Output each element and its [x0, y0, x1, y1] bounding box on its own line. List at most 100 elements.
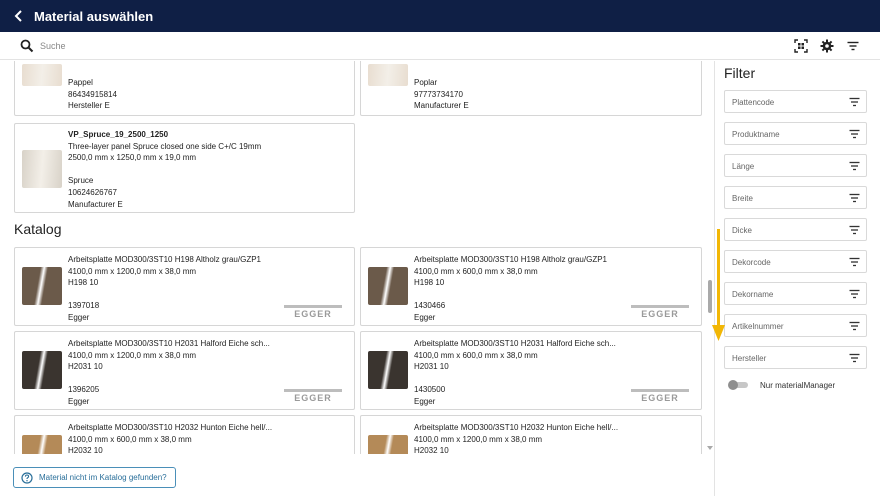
- search-bar: [0, 32, 880, 60]
- results-list: Pappel 86434915814 Hersteller E Poplar 9…: [0, 61, 714, 454]
- filter-field-hersteller[interactable]: Hersteller: [724, 346, 867, 369]
- filter-field-breite[interactable]: Breite: [724, 186, 867, 209]
- material-title: Arbeitsplatte MOD300/3ST10 H2031 Halford…: [68, 339, 270, 348]
- material-info: Arbeitsplatte MOD300/3ST10 H198 Altholz …: [68, 254, 261, 324]
- material-thumbnail: [22, 351, 62, 389]
- egger-logo-icon: EGGER: [284, 389, 342, 402]
- catalog-card[interactable]: Arbeitsplatte MOD300/3ST10 H198 Altholz …: [360, 247, 702, 326]
- material-code: 1396205: [68, 385, 100, 395]
- material-manufacturer: Manufacturer E: [68, 199, 123, 209]
- material-manufacturer: Egger: [68, 312, 90, 322]
- egger-logo-icon: EGGER: [631, 389, 689, 402]
- filter-icon: [849, 289, 860, 299]
- catalog-card[interactable]: Arbeitsplatte MOD300/3ST10 H2032 Hunton …: [360, 415, 702, 454]
- filter-field-label: Plattencode: [732, 98, 775, 107]
- material-decor: H2031 10: [414, 362, 449, 372]
- filter-field-label: Länge: [732, 162, 755, 171]
- materialmanager-toggle[interactable]: [728, 380, 749, 390]
- material-code: 1430466: [414, 301, 446, 311]
- filter-field-label: Artikelnummer: [732, 322, 784, 331]
- material-decor: H198 10: [414, 278, 445, 288]
- gear-icon[interactable]: [820, 39, 834, 53]
- catalog-heading: Katalog: [14, 221, 62, 237]
- material-code: 86434915814: [68, 89, 117, 99]
- material-info: Arbeitsplatte MOD300/3ST10 H2031 Halford…: [68, 338, 270, 408]
- material-thumbnail: [22, 267, 62, 305]
- material-info: Poplar 97773734170 Manufacturer E: [414, 77, 469, 112]
- material-info: Pappel 86434915814 Hersteller E: [68, 77, 117, 112]
- material-not-found-label: Material nicht im Katalog gefunden?: [39, 473, 167, 482]
- filter-icon: [849, 321, 860, 331]
- material-title: Arbeitsplatte MOD300/3ST10 H198 Altholz …: [68, 255, 261, 264]
- filter-icon[interactable]: [846, 39, 860, 53]
- catalog-card[interactable]: Arbeitsplatte MOD300/3ST10 H2031 Halford…: [14, 331, 355, 410]
- filter-icon: [849, 129, 860, 139]
- material-card-poplar[interactable]: Poplar 97773734170 Manufacturer E: [360, 61, 702, 116]
- filter-field-label: Hersteller: [732, 354, 767, 363]
- material-thumbnail: [368, 435, 408, 454]
- material-dimensions: 4100,0 mm x 600,0 mm x 38,0 mm: [414, 350, 538, 360]
- material-dimensions: 4100,0 mm x 1200,0 mm x 38,0 mm: [68, 350, 197, 360]
- material-info: VP_Spruce_19_2500_1250 Three-layer panel…: [68, 129, 261, 210]
- filter-field-label: Produktname: [732, 130, 780, 139]
- material-info: Arbeitsplatte MOD300/3ST10 H2031 Halford…: [414, 338, 616, 408]
- material-thumbnail: [368, 351, 408, 389]
- material-title: Arbeitsplatte MOD300/3ST10 H2031 Halford…: [414, 339, 616, 348]
- page-title: Material auswählen: [34, 8, 154, 24]
- material-dimensions: 4100,0 mm x 1200,0 mm x 38,0 mm: [414, 434, 543, 444]
- material-not-found-button[interactable]: Material nicht im Katalog gefunden?: [13, 467, 176, 488]
- filter-icon: [849, 193, 860, 203]
- catalog-card[interactable]: Arbeitsplatte MOD300/3ST10 H198 Altholz …: [14, 247, 355, 326]
- material-manufacturer: Egger: [414, 396, 436, 406]
- material-decor: H198 10: [68, 278, 99, 288]
- material-dimensions: 4100,0 mm x 600,0 mm x 38,0 mm: [68, 434, 192, 444]
- filter-field-dekorcode[interactable]: Dekorcode: [724, 250, 867, 273]
- material-thumbnail: [22, 150, 62, 188]
- materialmanager-toggle-row: Nur materialManager: [728, 380, 835, 390]
- material-thumbnail: [368, 64, 408, 86]
- material-name: Spruce: [68, 176, 94, 186]
- filter-heading: Filter: [724, 65, 756, 81]
- scroll-down-icon[interactable]: [706, 444, 714, 452]
- svg-text:EGGER: EGGER: [294, 393, 332, 402]
- material-title: Arbeitsplatte MOD300/3ST10 H2032 Hunton …: [414, 423, 619, 432]
- filter-field-produktname[interactable]: Produktname: [724, 122, 867, 145]
- filter-field-label: Dekorname: [732, 290, 774, 299]
- material-dimensions: 2500,0 mm x 1250,0 mm x 19,0 mm: [68, 153, 197, 163]
- filter-icon: [849, 225, 860, 235]
- material-manufacturer: Manufacturer E: [414, 101, 469, 111]
- svg-text:EGGER: EGGER: [641, 393, 679, 402]
- back-button[interactable]: [6, 0, 32, 32]
- material-title: Arbeitsplatte MOD300/3ST10 H2032 Hunton …: [68, 423, 273, 432]
- filter-field-dekorname[interactable]: Dekorname: [724, 282, 867, 305]
- search-input[interactable]: [40, 36, 640, 56]
- materialmanager-toggle-label: Nur materialManager: [760, 380, 836, 390]
- material-info: Arbeitsplatte MOD300/3ST10 H2032 Hunton …: [68, 422, 272, 454]
- filter-field-dicke[interactable]: Dicke: [724, 218, 867, 241]
- app-header: Material auswählen: [0, 0, 880, 32]
- material-thumbnail: [22, 435, 62, 454]
- material-code: 1430500: [414, 385, 446, 395]
- help-circle-icon: [21, 471, 33, 484]
- search-icon[interactable]: [20, 39, 34, 53]
- material-card-pappel[interactable]: Pappel 86434915814 Hersteller E: [14, 61, 355, 116]
- material-decor: H2031 10: [68, 362, 103, 372]
- filter-icon: [849, 257, 860, 267]
- scroll-annotation-arrow-icon: [712, 229, 725, 341]
- material-decor: H2032 10: [68, 446, 103, 454]
- svg-text:EGGER: EGGER: [641, 309, 679, 318]
- egger-logo-icon: EGGER: [284, 305, 342, 318]
- filter-field-plattencode[interactable]: Plattencode: [724, 90, 867, 113]
- scan-icon[interactable]: [794, 39, 808, 53]
- catalog-card[interactable]: Arbeitsplatte MOD300/3ST10 H2031 Halford…: [360, 331, 702, 410]
- filter-field-länge[interactable]: Länge: [724, 154, 867, 177]
- material-dimensions: 4100,0 mm x 600,0 mm x 38,0 mm: [414, 266, 538, 276]
- material-code: 10624626767: [68, 187, 117, 197]
- material-name: Pappel: [68, 78, 93, 87]
- material-title: VP_Spruce_19_2500_1250: [68, 130, 169, 139]
- material-thumbnail: [22, 64, 62, 86]
- filter-field-artikelnummer[interactable]: Artikelnummer: [724, 314, 867, 337]
- material-card-spruce[interactable]: VP_Spruce_19_2500_1250 Three-layer panel…: [14, 123, 355, 213]
- catalog-card[interactable]: Arbeitsplatte MOD300/3ST10 H2032 Hunton …: [14, 415, 355, 454]
- material-decor: H2032 10: [414, 446, 449, 454]
